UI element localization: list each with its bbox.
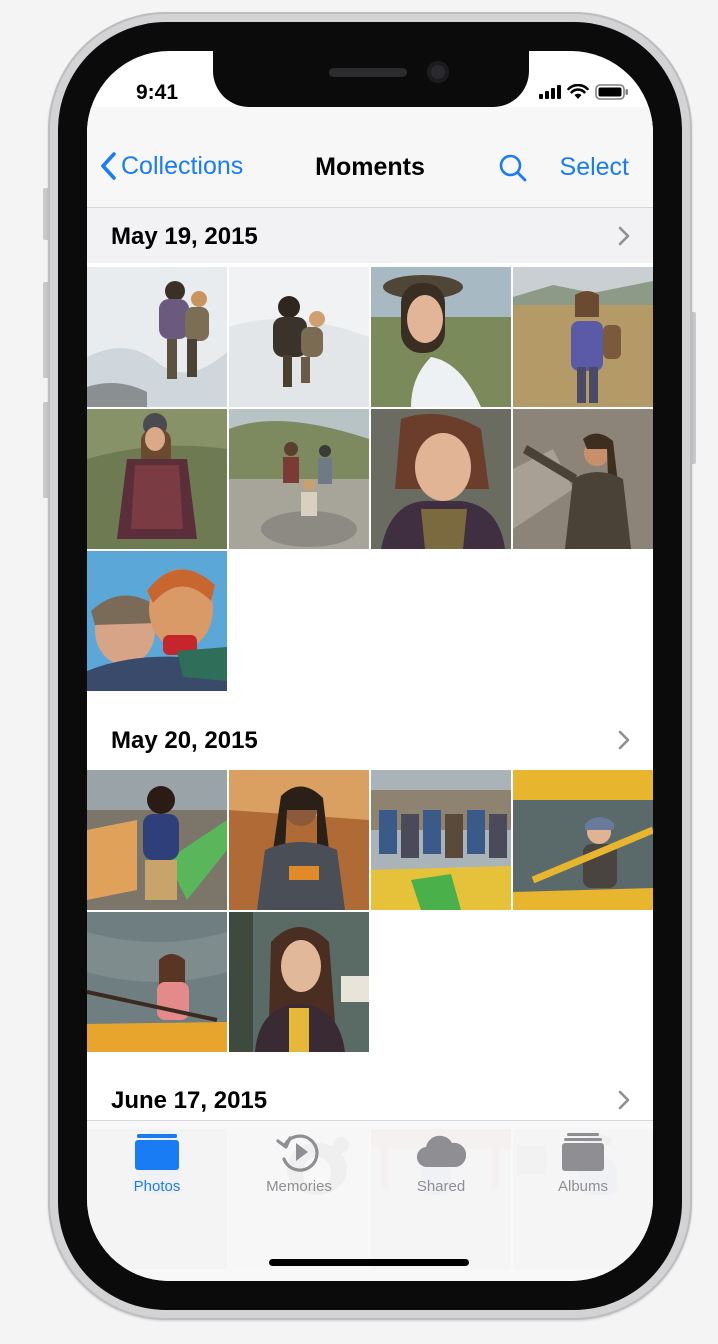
wifi-icon xyxy=(567,84,589,99)
moment-date: June 17, 2015 xyxy=(111,1087,268,1114)
photo-thumbnail[interactable] xyxy=(513,409,653,549)
photo-thumbnail[interactable] xyxy=(87,409,227,549)
photo-thumbnail[interactable] xyxy=(87,912,227,1052)
photo-thumbnail[interactable] xyxy=(229,770,369,910)
memories-icon xyxy=(276,1134,319,1172)
photo-thumbnail[interactable] xyxy=(229,912,369,1052)
phone-bezel: 9:41 Collections Moments Select May 19, … xyxy=(58,22,682,1310)
chevron-right-icon xyxy=(618,226,630,246)
moment-header[interactable]: June 17, 2015 xyxy=(87,1071,653,1127)
phone-screen: 9:41 Collections Moments Select May 19, … xyxy=(87,51,653,1281)
tab-albums-label: Albums xyxy=(557,1178,609,1195)
home-indicator[interactable] xyxy=(269,1259,469,1266)
tab-bar: Photos Memories Shared Albums xyxy=(87,1120,653,1281)
chevron-right-icon xyxy=(618,730,630,750)
tab-photos[interactable]: Photos xyxy=(87,1131,227,1201)
status-icons xyxy=(539,84,629,100)
photo-thumbnail[interactable] xyxy=(513,267,653,407)
status-time: 9:41 xyxy=(136,81,179,104)
notch xyxy=(213,51,529,107)
chevron-right-icon xyxy=(618,1090,630,1110)
albums-icon xyxy=(562,1133,604,1171)
chevron-left-icon xyxy=(101,152,116,180)
photo-thumbnail[interactable] xyxy=(371,409,511,549)
navigation-bar: Collections Moments Select xyxy=(87,107,653,208)
front-camera xyxy=(427,61,449,83)
tab-shared-label: Shared xyxy=(416,1178,466,1195)
moment-date: May 19, 2015 xyxy=(111,223,258,250)
photo-thumbnail[interactable] xyxy=(87,770,227,910)
tab-shared[interactable]: Shared xyxy=(371,1131,511,1201)
tab-memories[interactable]: Memories xyxy=(229,1131,369,1201)
photo-thumbnail[interactable] xyxy=(513,770,653,910)
photo-thumbnail[interactable] xyxy=(229,409,369,549)
photo-thumbnail[interactable] xyxy=(371,770,511,910)
photo-thumbnail[interactable] xyxy=(229,267,369,407)
select-button[interactable]: Select xyxy=(560,153,629,182)
tab-albums[interactable]: Albums xyxy=(513,1131,653,1201)
tab-photos-label: Photos xyxy=(133,1178,181,1195)
back-button[interactable]: Collections xyxy=(99,151,243,181)
speaker-grille xyxy=(329,68,407,77)
shared-cloud-icon xyxy=(417,1135,466,1168)
moment-date: May 20, 2015 xyxy=(111,727,258,754)
tab-memories-label: Memories xyxy=(266,1178,332,1195)
photo-thumbnail[interactable] xyxy=(371,267,511,407)
moment-header[interactable]: May 20, 2015 xyxy=(87,711,653,767)
phone-frame: 9:41 Collections Moments Select May 19, … xyxy=(48,12,692,1320)
photos-icon xyxy=(135,1134,179,1170)
signal-icon xyxy=(539,85,561,99)
back-button-label: Collections xyxy=(121,151,244,180)
photo-thumbnail[interactable] xyxy=(87,551,227,691)
photo-thumbnail[interactable] xyxy=(87,267,227,407)
search-icon[interactable] xyxy=(498,153,528,183)
battery-icon xyxy=(595,84,628,100)
moment-header[interactable]: May 19, 2015 xyxy=(87,207,653,263)
